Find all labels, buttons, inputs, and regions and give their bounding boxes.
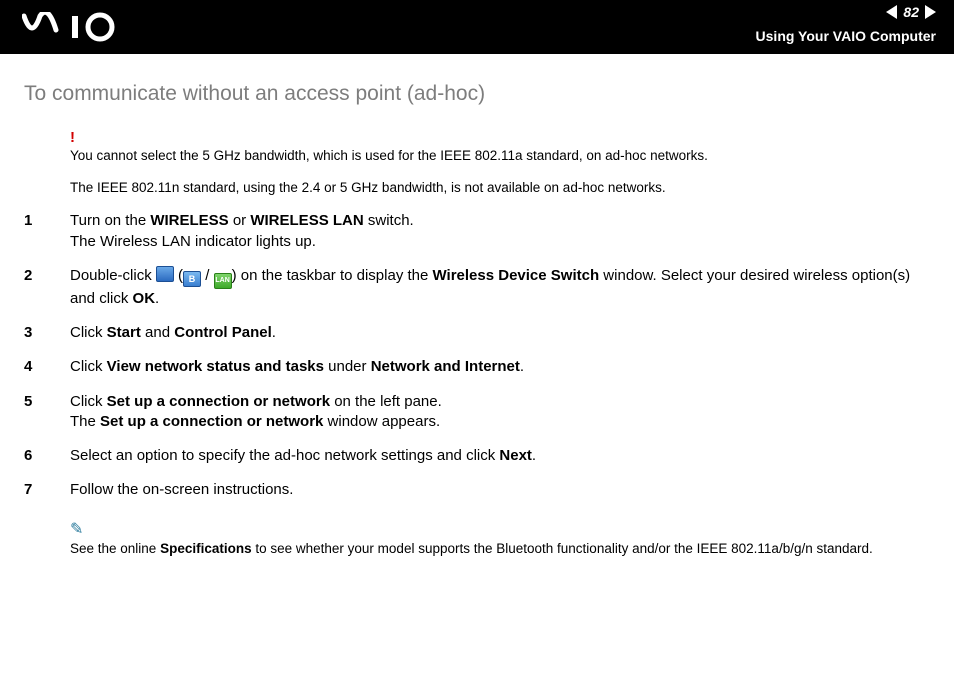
text-bold: View network status and tasks xyxy=(107,358,324,375)
text: Click xyxy=(70,393,107,410)
text-bold: WIRELESS LAN xyxy=(250,212,363,229)
text-bold: Specifications xyxy=(160,541,252,556)
text: . xyxy=(155,290,159,307)
text: The xyxy=(70,413,100,430)
vaio-logo xyxy=(22,12,142,45)
text: . xyxy=(532,447,536,464)
text: switch. xyxy=(364,212,414,229)
step-7: Follow the on-screen instructions. xyxy=(24,480,930,500)
prev-page-arrow-icon[interactable] xyxy=(886,5,897,19)
section-title: Using Your VAIO Computer xyxy=(756,28,936,44)
text-bold: Network and Internet xyxy=(371,358,520,375)
text-bold: Control Panel xyxy=(174,324,272,341)
alert-block: ! You cannot select the 5 GHz bandwidth,… xyxy=(70,130,930,197)
page-nav: 82 xyxy=(886,4,936,20)
text: . xyxy=(520,358,524,375)
text: The Wireless LAN indicator lights up. xyxy=(70,233,316,250)
lan-icon: LAN xyxy=(214,273,232,289)
text-bold: OK xyxy=(133,290,156,307)
step-3: Click Start and Control Panel. xyxy=(24,323,930,343)
text: under xyxy=(324,358,371,375)
text: and xyxy=(141,324,174,341)
text: Follow the on-screen instructions. xyxy=(70,481,293,498)
footnote-text: See the online Specifications to see whe… xyxy=(70,540,930,558)
step-5: Click Set up a connection or network on … xyxy=(24,392,930,433)
text: or xyxy=(229,212,251,229)
text-bold: Start xyxy=(107,324,141,341)
next-page-arrow-icon[interactable] xyxy=(925,5,936,19)
footnote-block: ✎ See the online Specifications to see w… xyxy=(70,521,930,558)
text-bold: Set up a connection or network xyxy=(107,393,330,410)
page-content: To communicate without an access point (… xyxy=(0,54,954,596)
step-4: Click View network status and tasks unde… xyxy=(24,357,930,377)
text: ( xyxy=(174,267,183,284)
alert-text-1: You cannot select the 5 GHz bandwidth, w… xyxy=(70,147,930,165)
alert-text-2: The IEEE 802.11n standard, using the 2.4… xyxy=(70,179,930,197)
bluetooth-icon: B xyxy=(183,271,201,287)
text: See the online xyxy=(70,541,160,556)
text: Double-click xyxy=(70,267,156,284)
page-number: 82 xyxy=(903,4,919,20)
text: on the left pane. xyxy=(330,393,442,410)
text-bold: Wireless Device Switch xyxy=(433,267,600,284)
text: Click xyxy=(70,358,107,375)
text: ) on the taskbar to display the xyxy=(232,267,433,284)
text: Select an option to specify the ad-hoc n… xyxy=(70,447,499,464)
steps-list: Turn on the WIRELESS or WIRELESS LAN swi… xyxy=(24,211,930,500)
note-pencil-icon: ✎ xyxy=(70,522,83,538)
text: . xyxy=(272,324,276,341)
taskbar-wireless-icon xyxy=(156,266,174,282)
step-1: Turn on the WIRELESS or WIRELESS LAN swi… xyxy=(24,211,930,252)
header-bar: 82 Using Your VAIO Computer xyxy=(0,0,954,54)
text: Click xyxy=(70,324,107,341)
text: to see whether your model supports the B… xyxy=(252,541,873,556)
step-2: Double-click (B / LAN) on the taskbar to… xyxy=(24,266,930,309)
text-bold: Set up a connection or network xyxy=(100,413,323,430)
text: window appears. xyxy=(323,413,440,430)
step-6: Select an option to specify the ad-hoc n… xyxy=(24,446,930,466)
alert-icon: ! xyxy=(70,130,930,145)
text-bold: WIRELESS xyxy=(150,212,228,229)
text-bold: Next xyxy=(499,447,532,464)
text: Turn on the xyxy=(70,212,150,229)
page-heading: To communicate without an access point (… xyxy=(24,82,930,106)
text: / xyxy=(201,267,214,284)
